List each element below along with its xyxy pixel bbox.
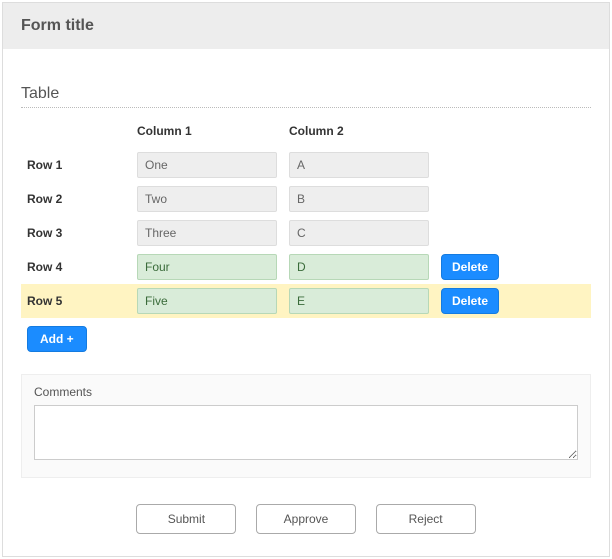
cell-input (289, 152, 429, 178)
form-title: Form title (21, 17, 591, 35)
col-actions (435, 118, 591, 148)
cell-input (137, 152, 277, 178)
comments-label: Comments (34, 385, 578, 399)
table-row: Row 2 (21, 182, 591, 216)
table-row: Row 1 (21, 148, 591, 182)
table-section-title: Table (21, 85, 591, 103)
cell-input[interactable] (137, 254, 277, 280)
panel-header: Form title (3, 3, 609, 49)
row-label: Row 5 (21, 284, 131, 318)
section-divider (21, 107, 591, 108)
delete-row-button[interactable]: Delete (441, 288, 499, 314)
row-label: Row 3 (21, 216, 131, 250)
delete-row-button[interactable]: Delete (441, 254, 499, 280)
add-row-button[interactable]: Add + (27, 326, 87, 352)
form-panel: Form title Table Column 1 Column 2 Row 1… (2, 2, 610, 557)
row-label: Row 2 (21, 182, 131, 216)
table-row: Row 3 (21, 216, 591, 250)
col-rowlabel (21, 118, 131, 148)
cell-input (289, 186, 429, 212)
table-row: Row 5 Delete (21, 284, 591, 318)
row-label: Row 4 (21, 250, 131, 284)
cell-input[interactable] (289, 254, 429, 280)
panel-body: Table Column 1 Column 2 Row 1Row 2Row 3R… (3, 49, 609, 556)
comments-block: Comments (21, 374, 591, 478)
comments-textarea[interactable] (34, 405, 578, 460)
cell-input (137, 186, 277, 212)
table-row: Row 4 Delete (21, 250, 591, 284)
cell-input[interactable] (289, 288, 429, 314)
col-header-2: Column 2 (283, 118, 435, 148)
row-label: Row 1 (21, 148, 131, 182)
data-table: Column 1 Column 2 Row 1Row 2Row 3Row 4 De… (21, 118, 591, 318)
cell-input (137, 220, 277, 246)
cell-input (289, 220, 429, 246)
col-header-1: Column 1 (131, 118, 283, 148)
cell-input[interactable] (137, 288, 277, 314)
